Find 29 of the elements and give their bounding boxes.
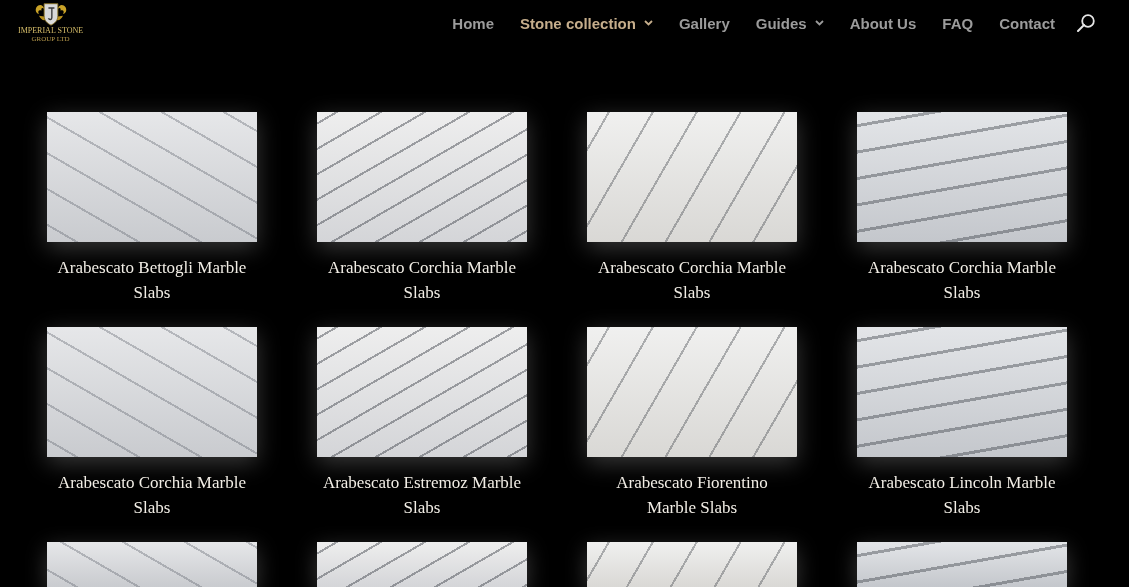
photo-placeholder[interactable] (587, 327, 797, 457)
photo-placeholder[interactable] (47, 112, 257, 242)
nav-link[interactable]: FAQ (942, 13, 974, 32)
nav-link[interactable]: About Us (849, 13, 917, 32)
nav-link[interactable]: Contact (999, 13, 1055, 32)
product-title[interactable]: Arabescato Corchia Marble Slabs (591, 255, 793, 305)
photo-placeholder[interactable] (857, 112, 1067, 242)
product-title[interactable]: Arabescato Corchia Marble Slabs (861, 255, 1063, 305)
product-title[interactable]: Arabescato Corchia Marble Slabs (321, 255, 523, 305)
nav-link[interactable]: Gallery (678, 13, 730, 32)
brand-name: IMPERIAL STONE (18, 26, 84, 35)
nav-link[interactable]: Stone collection (520, 13, 653, 32)
nav-link[interactable]: Guides (755, 13, 824, 32)
photo-placeholder[interactable] (317, 542, 527, 587)
photo-placeholder[interactable] (317, 327, 527, 457)
photo-placeholder[interactable] (857, 327, 1067, 457)
photo-placeholder[interactable] (317, 112, 527, 242)
product-title[interactable]: Arabescato Corchia Marble Slabs (51, 470, 253, 520)
photo-placeholder[interactable] (857, 542, 1067, 587)
product-title[interactable]: Arabescato Estremoz Marble Slabs (321, 470, 523, 520)
search-icon[interactable] (1077, 13, 1095, 32)
nav-link[interactable]: Home (452, 13, 495, 32)
product-title[interactable]: Arabescato Fiorentino Marble Slabs (591, 470, 793, 520)
product-title[interactable]: Arabescato Lincoln Marble Slabs (861, 470, 1063, 520)
photo-placeholder[interactable] (587, 542, 797, 587)
photo-placeholder[interactable] (587, 112, 797, 242)
photo-placeholder[interactable] (47, 327, 257, 457)
photo-placeholder[interactable] (47, 542, 257, 587)
product-title[interactable]: Arabescato Bettogli Marble Slabs (51, 255, 253, 305)
